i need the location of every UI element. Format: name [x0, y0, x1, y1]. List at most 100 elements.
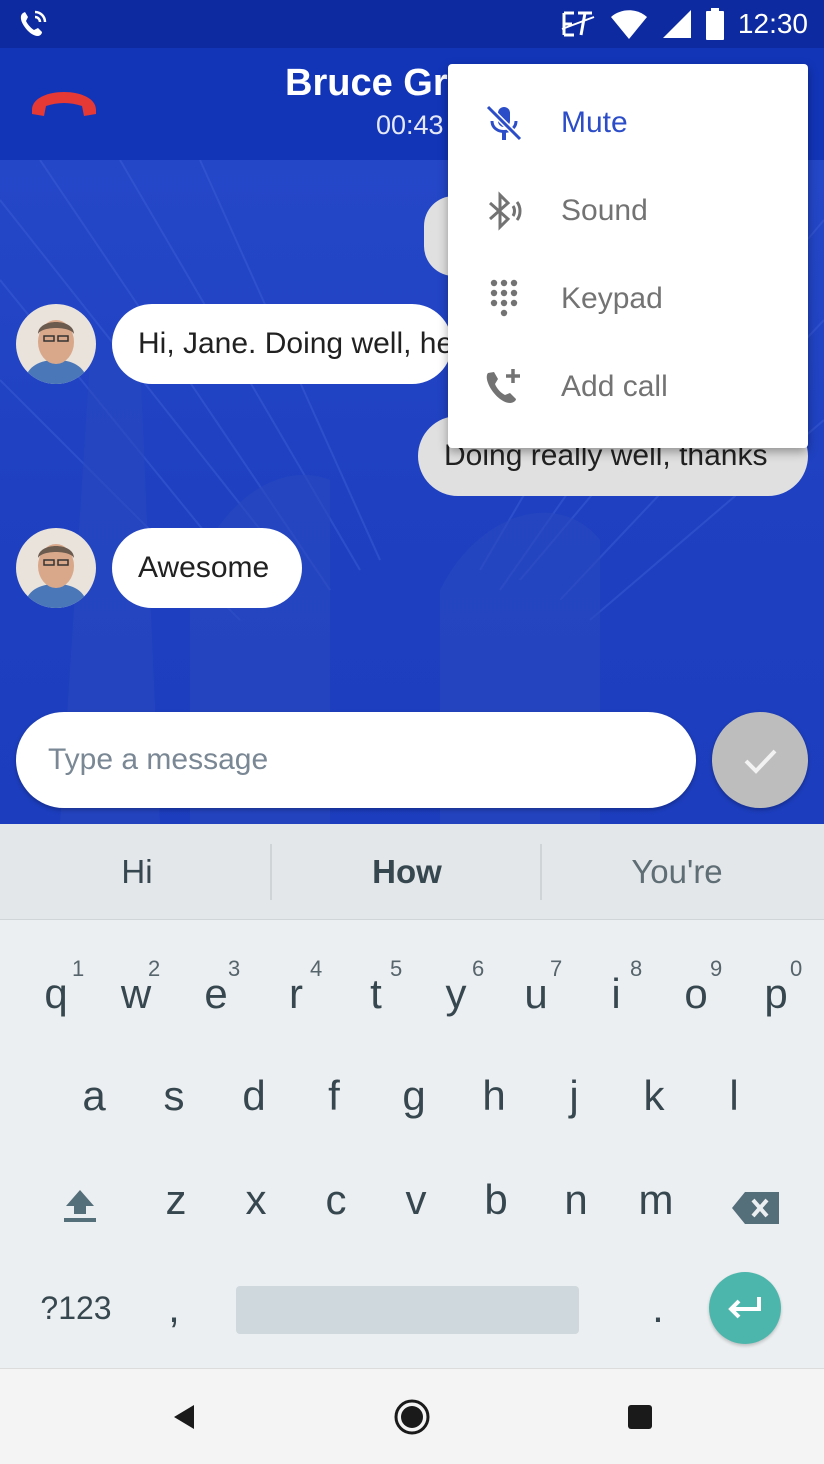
key-n[interactable]: n	[536, 1160, 616, 1240]
suggestion[interactable]: Hi	[2, 824, 272, 920]
key-label: v	[405, 1176, 427, 1223]
enter-key[interactable]	[709, 1272, 781, 1344]
menu-item-add-call[interactable]: Add call	[448, 343, 808, 431]
menu-item-keypad[interactable]: Keypad	[448, 255, 808, 343]
key-label: m	[638, 1176, 674, 1223]
menu-item-label: Keypad	[561, 282, 663, 315]
period-key[interactable]: .	[628, 1270, 688, 1346]
key-w[interactable]: w2	[96, 954, 176, 1034]
hang-up-icon[interactable]	[28, 84, 100, 124]
backspace-icon	[732, 1192, 779, 1224]
key-label: t	[370, 970, 382, 1017]
key-s[interactable]: s	[134, 1056, 214, 1136]
key-b[interactable]: b	[456, 1160, 536, 1240]
clock: 12:30	[737, 8, 808, 39]
symbols-key[interactable]: ?123	[26, 1270, 126, 1346]
key-label: x	[245, 1176, 267, 1223]
back-icon	[174, 1405, 194, 1429]
key-hint: 9	[710, 956, 723, 981]
key-f[interactable]: f	[294, 1056, 374, 1136]
key-label: b	[484, 1176, 508, 1223]
recents-button[interactable]	[616, 1393, 664, 1441]
key-a[interactable]: a	[54, 1056, 134, 1136]
key-label: d	[242, 1072, 266, 1119]
contact-name: Bruce Gra	[285, 62, 469, 104]
key-hint: 2	[148, 956, 161, 981]
key-hint: 1	[72, 956, 85, 981]
message-input[interactable]	[16, 712, 696, 808]
signal-icon	[662, 10, 691, 38]
key-v[interactable]: v	[376, 1160, 456, 1240]
key-label: ?123	[40, 1289, 112, 1326]
key-hint: 8	[630, 956, 643, 981]
send-button[interactable]	[712, 712, 808, 808]
back-button[interactable]	[160, 1393, 208, 1441]
key-label: k	[643, 1072, 665, 1119]
message-composer	[16, 712, 696, 808]
suggestion-strip: Hi How You're	[0, 824, 824, 920]
key-label: h	[482, 1072, 506, 1119]
key-hint: 7	[550, 956, 563, 981]
key-c[interactable]: c	[296, 1160, 376, 1240]
key-label: u	[524, 970, 548, 1017]
home-icon	[394, 1399, 430, 1435]
backspace-key[interactable]	[716, 1168, 796, 1248]
key-j[interactable]: j	[534, 1056, 614, 1136]
shift-key[interactable]	[40, 1164, 120, 1244]
key-e[interactable]: e3	[176, 954, 256, 1034]
home-button[interactable]	[388, 1393, 436, 1441]
key-l[interactable]: l	[694, 1056, 774, 1136]
key-o[interactable]: o9	[656, 954, 736, 1034]
add-call-icon	[486, 369, 520, 403]
key-d[interactable]: d	[214, 1056, 294, 1136]
menu-item-sound[interactable]: Sound	[448, 167, 808, 255]
wifi-icon	[610, 10, 647, 39]
call-options-menu: Mute Sound Keypad Add call	[448, 64, 808, 448]
menu-item-mute[interactable]: Mute	[448, 79, 808, 167]
dialpad-icon	[490, 279, 518, 317]
key-label: n	[564, 1176, 588, 1223]
key-i[interactable]: i8	[576, 954, 656, 1034]
key-label: w	[120, 970, 152, 1017]
key-q[interactable]: q1	[16, 954, 96, 1034]
suggestion[interactable]: How	[272, 824, 542, 920]
key-u[interactable]: u7	[496, 954, 576, 1034]
key-hint: 3	[228, 956, 241, 981]
spacebar[interactable]	[236, 1286, 579, 1334]
key-h[interactable]: h	[454, 1056, 534, 1136]
bluetooth-audio-icon	[489, 191, 522, 231]
suggestion[interactable]: You're	[542, 824, 812, 920]
key-label: y	[445, 970, 467, 1017]
key-label: g	[402, 1072, 426, 1119]
comma-key[interactable]: ,	[144, 1270, 204, 1346]
message-text: Hi, Jane. Doing well, he	[138, 327, 452, 360]
contact-avatar	[16, 528, 96, 608]
key-label: o	[684, 970, 708, 1017]
status-bar: 12:30	[0, 0, 824, 48]
key-p[interactable]: p0	[736, 954, 816, 1034]
key-label: p	[764, 970, 788, 1017]
key-r[interactable]: r4	[256, 954, 336, 1034]
key-x[interactable]: x	[216, 1160, 296, 1240]
key-hint: 6	[472, 956, 485, 981]
call-duration: 00:43	[376, 110, 444, 140]
key-y[interactable]: y6	[416, 954, 496, 1034]
mic-off-icon	[485, 104, 523, 142]
soft-keyboard: Hi How You're q1 w2 e3 r4 t5 y6 u7 i8 o9…	[0, 824, 824, 1368]
key-label: r	[289, 970, 303, 1017]
key-label: ,	[168, 1284, 180, 1331]
key-g[interactable]: g	[374, 1056, 454, 1136]
key-hint: 4	[310, 956, 323, 981]
key-m[interactable]: m	[616, 1160, 696, 1240]
key-label: q	[44, 970, 68, 1017]
enter-icon	[728, 1297, 761, 1319]
contact-avatar	[16, 304, 96, 384]
key-label: i	[611, 970, 621, 1017]
key-k[interactable]: k	[614, 1056, 694, 1136]
recents-icon	[628, 1405, 652, 1429]
battery-icon	[705, 8, 724, 40]
key-label: s	[163, 1072, 185, 1119]
menu-item-label: Add call	[561, 370, 668, 403]
key-t[interactable]: t5	[336, 954, 416, 1034]
key-z[interactable]: z	[136, 1160, 216, 1240]
